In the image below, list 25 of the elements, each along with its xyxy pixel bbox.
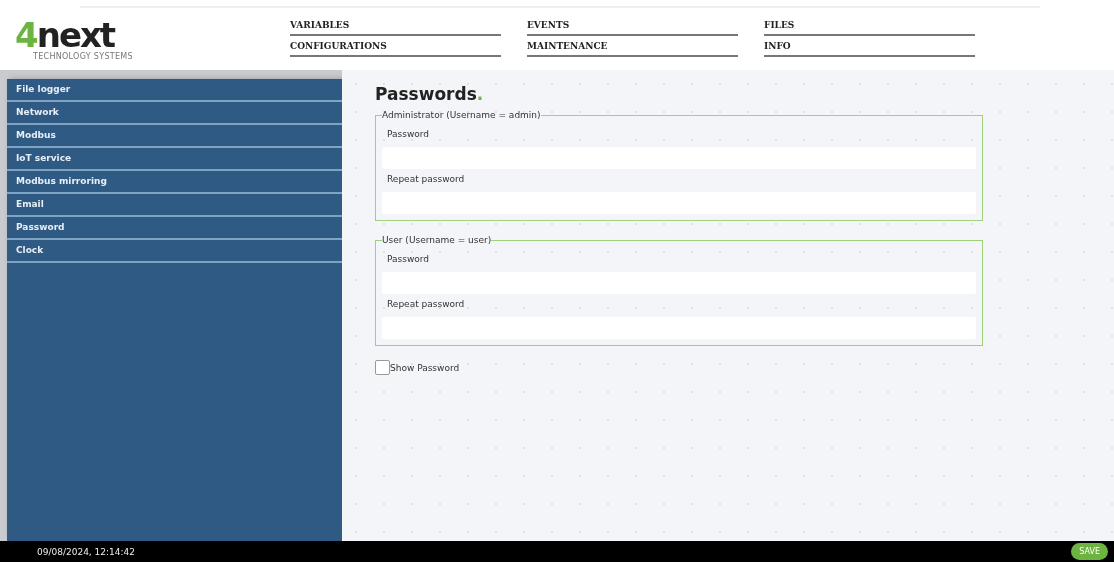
nav-link[interactable]: VARIABLES (290, 19, 501, 36)
logo: 4next TECHNOLOGY SYSTEMS (15, 15, 134, 61)
sidebar-item[interactable]: IoT service (7, 148, 342, 171)
group-legend: User (Username = user) (382, 235, 492, 245)
sidebar-item[interactable]: File logger (7, 79, 342, 102)
field-label: Password (387, 129, 431, 139)
page-title: Passwords. (375, 84, 485, 104)
checkbox-label: Show Password (390, 362, 460, 373)
field-label: Repeat password (387, 174, 466, 184)
nav-link[interactable]: EVENTS (527, 19, 738, 36)
sidebar-item[interactable]: Clock (7, 240, 342, 263)
nav-link[interactable]: FILES (764, 19, 975, 36)
nav-link[interactable]: INFO (764, 40, 975, 57)
date-time: 09/08/2024, 12:14:42 (37, 546, 135, 557)
sidebar-item[interactable]: Network (7, 102, 342, 125)
field-label: Password (387, 254, 431, 264)
nav-link[interactable]: MAINTENANCE (527, 40, 738, 57)
sidebar-item[interactable]: Modbus mirroring (7, 171, 342, 194)
field-label: Repeat password (387, 299, 466, 309)
checkbox[interactable] (375, 360, 390, 375)
group-legend: Administrator (Username = admin) (382, 110, 541, 120)
nav-link[interactable]: CONFIGURATIONS (290, 40, 501, 57)
sidebar-item[interactable]: Modbus (7, 125, 342, 148)
sidebar-item[interactable]: Email (7, 194, 342, 217)
sidebar-item[interactable]: Password (7, 217, 342, 240)
